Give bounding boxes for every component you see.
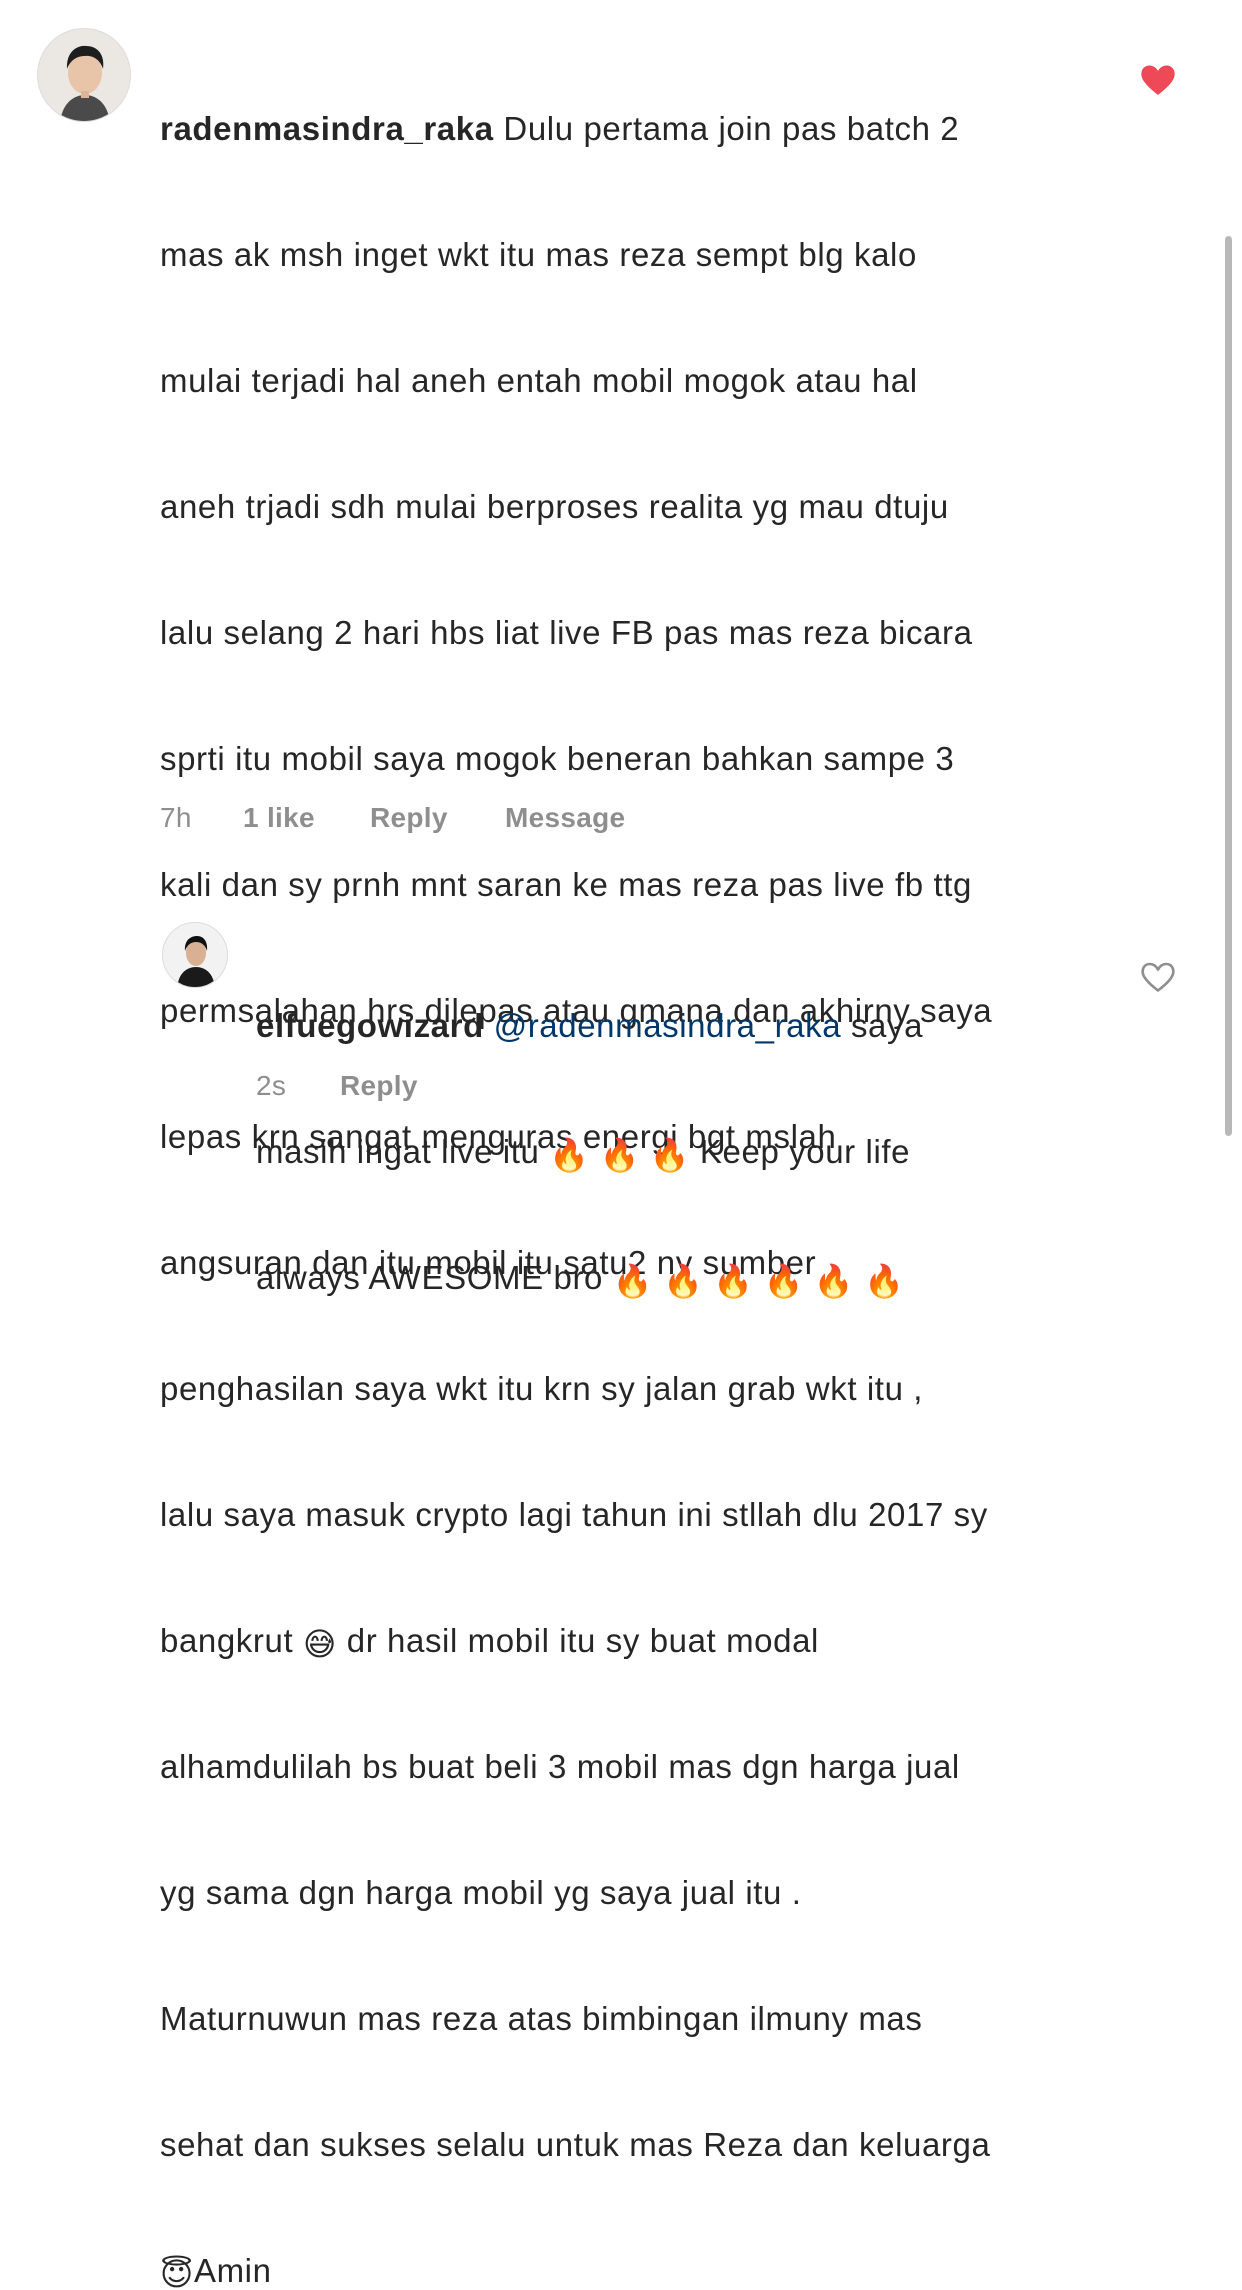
sweat-smile-emoji-icon: 😅 <box>303 1626 337 1662</box>
comment-line: Maturnuwun mas reza atas bimbingan ilmun… <box>160 2000 923 2037</box>
comment-time: 7h <box>160 802 192 833</box>
comment-text: bangkrut <box>160 1622 303 1659</box>
comment-meta: 2s Reply <box>256 1070 556 1106</box>
mention-link[interactable]: @radenmasindra_raka <box>494 1007 842 1044</box>
comment-text: saya <box>841 1007 924 1044</box>
reply-button[interactable]: Reply <box>340 1070 418 1102</box>
fire-emoji-icon: 🔥 <box>649 1137 691 1173</box>
comment-text: Keep your life <box>690 1133 911 1170</box>
fire-emoji-icon: 🔥 <box>549 1137 590 1173</box>
fire-emoji-icon: 🔥 <box>612 1263 654 1299</box>
comment-line: mas ak msh inget wkt itu mas reza sempt … <box>160 236 917 273</box>
profile-photo-icon <box>38 29 130 121</box>
comment-line: masih ingat live itu 🔥 🔥 🔥 Keep your lif… <box>256 1131 1116 1173</box>
comment-line: sprti itu mobil saya mogok beneran bahka… <box>160 740 955 777</box>
comment-line: elfuegowizard @radenmasindra_raka saya <box>256 1005 1116 1047</box>
comment-text: Amin <box>193 2252 272 2289</box>
comment-text: dr hasil mobil itu sy buat modal <box>336 1622 819 1659</box>
comment-line: bangkrut 😅 dr hasil mobil itu sy buat mo… <box>160 1620 1120 1662</box>
comment-line: aneh trjadi sdh mulai berproses realita … <box>160 488 949 525</box>
comment-elfuegowizard: elfuegowizard @radenmasindra_raka saya m… <box>0 860 1242 1297</box>
heart-outline-icon[interactable] <box>1140 961 1176 993</box>
comment-line: 😇Amin <box>160 2250 1120 2290</box>
reply-button[interactable]: Reply <box>370 802 448 834</box>
avatar[interactable] <box>162 922 228 988</box>
fire-emoji-icon: 🔥 <box>813 1263 855 1299</box>
comment-text: masih ingat live itu <box>256 1133 550 1170</box>
halo-smile-emoji-icon: 😇 <box>160 2256 194 2290</box>
comment-line: lalu selang 2 hari hbs liat live FB pas … <box>160 614 973 651</box>
liked-heart-icon[interactable] <box>1140 64 1176 96</box>
comment-line: alhamdulilah bs buat beli 3 mobil mas dg… <box>160 1748 960 1785</box>
comment-radenmasindra-raka: radenmasindra_raka Dulu pertama join pas… <box>0 0 1242 2290</box>
fire-emoji-icon: 🔥 <box>863 1263 905 1299</box>
fire-emoji-icon: 🔥 <box>763 1263 804 1299</box>
likes-count-button[interactable]: 1 like <box>243 802 315 834</box>
comment-text: always AWESOME bro <box>256 1259 613 1296</box>
comment-line: yg sama dgn harga mobil yg saya jual itu… <box>160 1874 802 1911</box>
avatar[interactable] <box>37 28 131 122</box>
comment-meta: 7h 1 like Reply Message <box>160 802 720 838</box>
comment-line: always AWESOME bro 🔥 🔥 🔥 🔥 🔥 🔥 <box>256 1257 1116 1299</box>
fire-emoji-icon: 🔥 <box>663 1263 704 1299</box>
profile-photo-icon <box>163 923 227 987</box>
comment-body: elfuegowizard @radenmasindra_raka saya m… <box>256 921 1116 1383</box>
comment-line: radenmasindra_raka Dulu pertama join pas… <box>160 108 1120 150</box>
message-button[interactable]: Message <box>505 802 625 834</box>
comment-text: Dulu pertama join pas batch 2 <box>493 110 960 147</box>
comment-username[interactable]: elfuegowizard <box>256 1007 484 1044</box>
comment-line: lalu saya masuk crypto lagi tahun ini st… <box>160 1496 988 1533</box>
comment-line: sehat dan sukses selalu untuk mas Reza d… <box>160 2126 991 2163</box>
comment-line: mulai terjadi hal aneh entah mobil mogok… <box>160 362 918 399</box>
comment-time: 2s <box>256 1070 287 1101</box>
scrollbar[interactable] <box>1225 236 1232 1136</box>
comment-username[interactable]: radenmasindra_raka <box>160 110 494 147</box>
fire-emoji-icon: 🔥 <box>599 1137 640 1173</box>
fire-emoji-icon: 🔥 <box>713 1263 754 1299</box>
